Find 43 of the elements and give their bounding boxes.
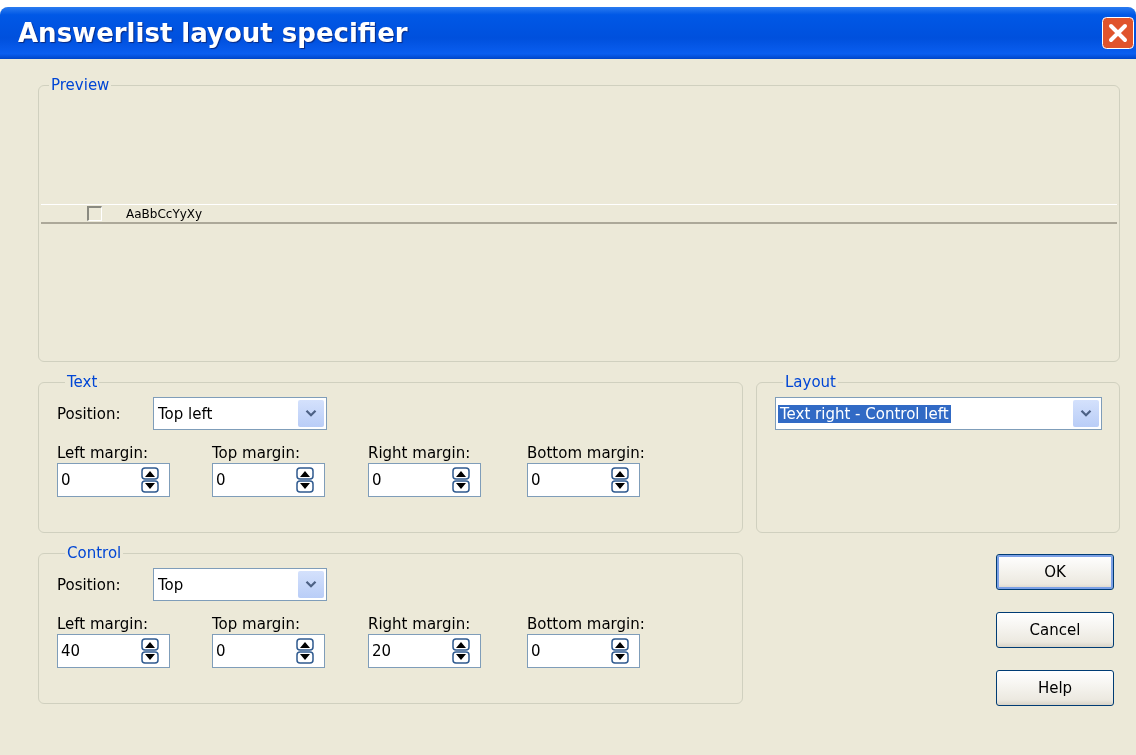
field-label: Right margin: [368,615,472,634]
number-field[interactable]: 0 [527,463,640,497]
dropdown-value: Text right - Control left [778,404,951,423]
dialog-button[interactable]: Cancel [996,612,1114,648]
sample-text: AaBbCcYyXy [126,206,203,221]
window-title: Answerlist layout specifier [18,18,408,48]
dialog-button[interactable]: Help [996,670,1114,706]
group-label: Text [66,373,99,391]
field-label: Left margin: [57,615,149,634]
spin-button[interactable] [611,638,629,664]
number-field[interactable]: 0 [57,463,170,497]
number-field[interactable]: 0 [368,463,481,497]
field-label: Left margin: [57,444,149,463]
group-label: Layout [784,373,837,391]
dialog-button[interactable]: OK [996,554,1114,590]
layout-dropdown[interactable]: Text right - Control left [775,397,1102,430]
field-label: Bottom margin: [527,615,646,634]
spin-button[interactable] [452,638,470,664]
dropdown-value: Top left [157,404,214,423]
number-field[interactable]: 0 [212,634,325,668]
number-field[interactable]: 0 [212,463,325,497]
close-icon[interactable] [1102,17,1134,49]
group-label: Control [66,544,123,562]
number-field[interactable]: 20 [368,634,481,668]
position-dropdown[interactable]: Top left [153,397,327,430]
spin-button[interactable] [296,638,314,664]
spin-button[interactable] [296,467,314,493]
number-field[interactable]: 40 [57,634,170,668]
spin-button[interactable] [611,467,629,493]
checkbox[interactable] [87,206,102,221]
number-field[interactable]: 0 [527,634,640,668]
field-label: Position: [57,575,122,594]
spin-button[interactable] [141,638,159,664]
dropdown-value: Top [157,575,185,594]
spin-button[interactable] [452,467,470,493]
field-label: Right margin: [368,444,472,463]
field-label: Bottom margin: [527,444,646,463]
spin-button[interactable] [141,467,159,493]
group-label: Preview [50,76,111,94]
field-label: Position: [57,404,122,423]
field-label: Top margin: [212,615,302,634]
field-label: Top margin: [212,444,302,463]
position-dropdown[interactable]: Top [153,568,327,601]
